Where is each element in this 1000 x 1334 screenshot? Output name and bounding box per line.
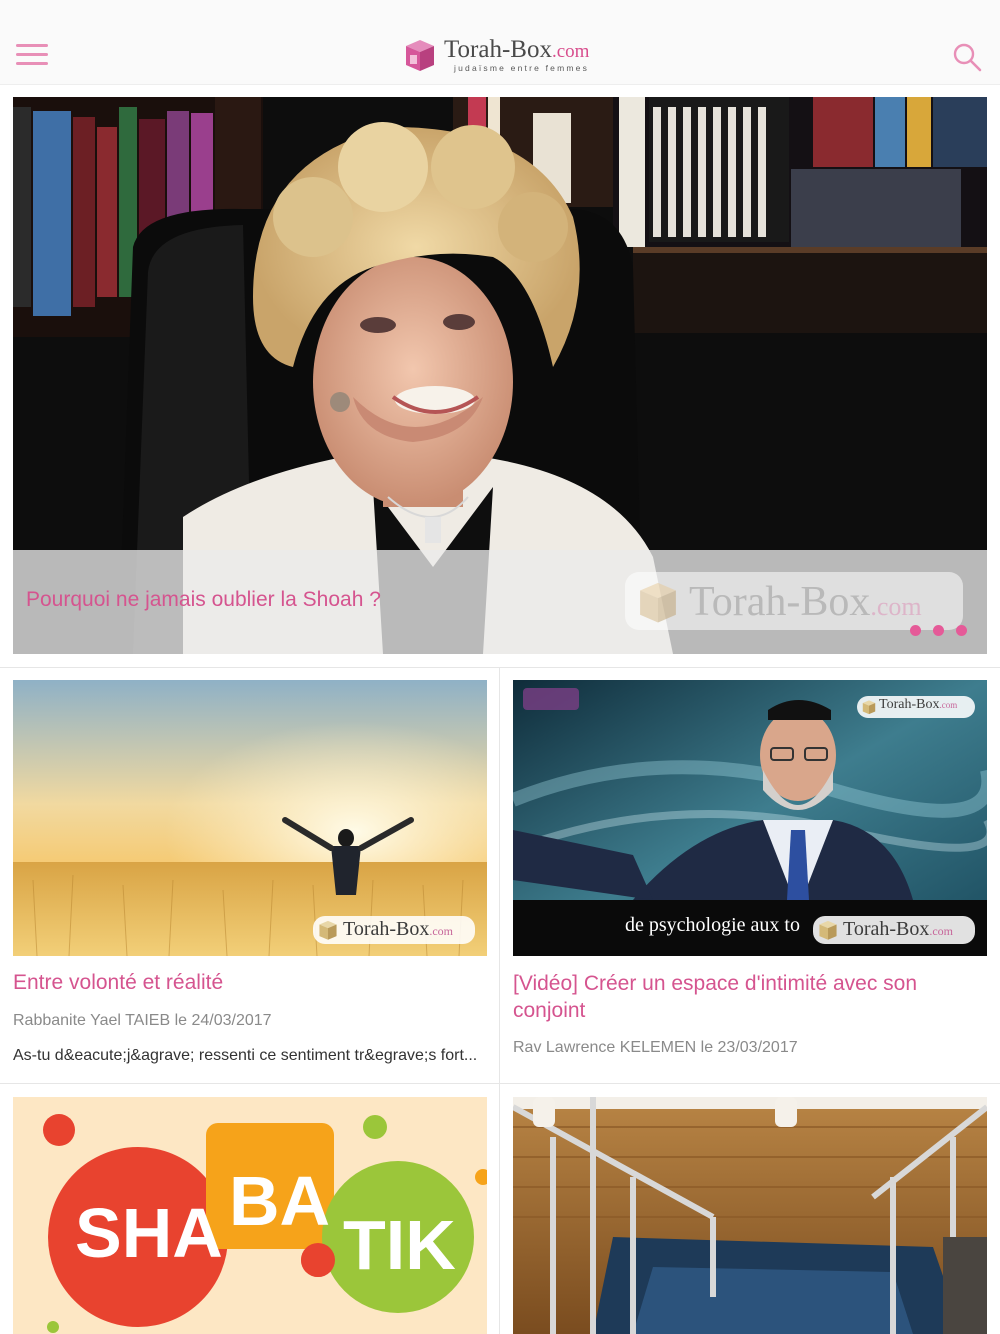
article-excerpt: As-tu d&eacute;j&agrave; ressenti ce sen… bbox=[13, 1047, 478, 1064]
badge-box-icon bbox=[319, 920, 337, 940]
divider bbox=[499, 668, 500, 1334]
mikveh-photo bbox=[513, 1097, 987, 1334]
divider bbox=[0, 667, 1000, 668]
article-thumbnail[interactable]: de psychologie aux to Torah-Box.com Tora… bbox=[513, 680, 987, 956]
logo-letters-tik: TIK bbox=[343, 1206, 456, 1284]
torah-box-badge: Torah-Box.com bbox=[813, 916, 975, 944]
article-thumbnail[interactable] bbox=[513, 1097, 987, 1334]
divider bbox=[0, 1083, 1000, 1084]
watermark-box-icon bbox=[640, 582, 676, 623]
article-meta: Rabbanite Yael TAIEB le 24/03/2017 bbox=[13, 1012, 272, 1029]
logo-letters-ba: BA bbox=[229, 1162, 330, 1240]
logo-wordmark: Torah-Box.com bbox=[444, 36, 590, 63]
hamburger-icon[interactable] bbox=[16, 42, 48, 68]
badge-box-icon bbox=[819, 920, 837, 940]
torah-box-watermark: Torah-Box.com bbox=[625, 572, 963, 630]
carousel-pager[interactable] bbox=[910, 623, 979, 641]
logo-tagline: judaïsme entre femmes bbox=[454, 63, 590, 73]
article-title[interactable]: Entre volonté et réalité bbox=[13, 969, 487, 996]
article-title[interactable]: [Vidéo] Créer un espace d'intimité avec … bbox=[513, 970, 987, 1024]
badge-box-icon bbox=[862, 700, 876, 715]
shabatik-graphic: SHA BA TIK bbox=[13, 1097, 487, 1334]
article-meta: Rav Lawrence KELEMEN le 23/03/2017 bbox=[513, 1039, 798, 1056]
pager-dot[interactable] bbox=[910, 625, 921, 636]
logo-letters-sha: SHA bbox=[75, 1194, 223, 1272]
pager-dot[interactable] bbox=[956, 625, 967, 636]
search-icon[interactable] bbox=[952, 42, 982, 72]
status-bar bbox=[0, 0, 1000, 26]
hero-caption: Torah-Box.com Pourquoi ne jamais oublier… bbox=[13, 550, 987, 654]
pager-dot[interactable] bbox=[933, 625, 944, 636]
top-navigation-bar: Torah-Box.com judaïsme entre femmes bbox=[0, 26, 1000, 85]
article-thumbnail[interactable]: Torah-Box.com bbox=[13, 680, 487, 956]
torah-box-badge-small: Torah-Box.com bbox=[857, 696, 975, 718]
logo-box-icon bbox=[406, 40, 434, 71]
video-caption-text: de psychologie aux to bbox=[625, 914, 800, 936]
hero-slide[interactable]: Torah-Box.com Pourquoi ne jamais oublier… bbox=[13, 97, 987, 654]
hero-title[interactable]: Pourquoi ne jamais oublier la Shoah ? bbox=[26, 588, 381, 612]
wheat-field-photo bbox=[13, 680, 487, 956]
article-thumbnail[interactable]: SHA BA TIK bbox=[13, 1097, 487, 1334]
torah-box-badge: Torah-Box.com bbox=[313, 916, 475, 944]
